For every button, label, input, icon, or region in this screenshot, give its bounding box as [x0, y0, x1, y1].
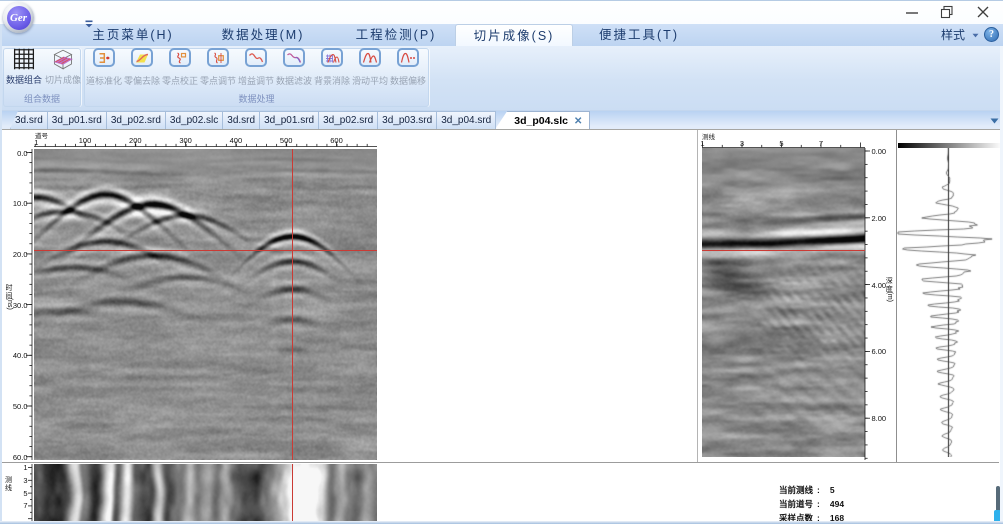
tab-close-icon[interactable]: ✕: [574, 116, 582, 127]
application-window: 主页菜单(H) 数据处理(M) 工程检测(P) 切片成像(S) 便捷工具(T) …: [0, 0, 1003, 524]
ribbon-button-background-remove[interactable]: 背景消除: [313, 48, 351, 90]
tab-label: 3d_p04.slc: [514, 115, 568, 127]
menu-project[interactable]: 工程检测(P): [356, 24, 437, 46]
offset-remove-icon: [131, 48, 153, 67]
menu-tools[interactable]: 便捷工具(T): [599, 24, 679, 46]
quick-access-dropdown-icon[interactable]: [84, 19, 94, 29]
zero-adjust-icon: [207, 48, 229, 67]
ribbon-button-label: 数据滤波: [275, 76, 313, 86]
gain-adjust-icon: [245, 48, 267, 67]
ribbon-button-gain-adjust[interactable]: 增益调节: [237, 48, 275, 90]
close-button[interactable]: [976, 4, 990, 20]
document-tab-3d_p04.slc[interactable]: 3d_p04.slc ✕: [495, 111, 591, 129]
tab-label: 3d_p02.srd: [323, 115, 374, 126]
ribbon-button-offset-remove[interactable]: 零偏去除: [123, 48, 161, 90]
ribbon-button-label: 零点校正: [161, 76, 199, 86]
section-marker-line[interactable]: [702, 250, 865, 251]
crosshair-vertical-line[interactable]: [292, 149, 293, 460]
ribbon-button-label: 滑动平均: [351, 76, 389, 86]
ribbon-button-data-filter[interactable]: 数据滤波: [275, 48, 313, 90]
axis-rulers: [26, 141, 870, 521]
menu-data[interactable]: 数据处理(M): [222, 24, 305, 46]
workspace: 100 200 300 400 500 600 1 道号 0.0 10.0 20.0 30.0 40.0…: [0, 130, 1003, 524]
slice-cube-icon: [51, 48, 75, 71]
ribbon-button-label: 切片成像: [44, 75, 82, 85]
tab-list-dropdown-icon[interactable]: [990, 118, 999, 124]
restore-button[interactable]: [940, 4, 954, 20]
ribbon: 组合数据 数据处理 数据组合 切片成像 道标准化 零偏去除 零点校正 零点调节 …: [0, 46, 1003, 111]
window-left-edge: [0, 24, 2, 521]
document-tab-3d_p02.srd[interactable]: 3d_p02.srd: [318, 111, 379, 129]
style-dropdown[interactable]: 样式: [941, 24, 965, 46]
ribbon-button-data-shift[interactable]: 数据偏移: [389, 48, 427, 90]
tab-label: 3d_p02.slc: [169, 115, 219, 126]
document-tab-3d_p04.srd[interactable]: 3d_p04.srd: [436, 111, 497, 129]
minimize-button[interactable]: [905, 4, 919, 20]
data-grid-icon: [12, 48, 36, 71]
tab-label: 3d.srd: [15, 115, 43, 126]
zero-correct-icon: [169, 48, 191, 67]
ribbon-group-process-title: 数据处理: [238, 94, 275, 104]
waveform-divider: [896, 130, 897, 462]
document-tab-bar: 3d.srd 3d_p01.srd 3d_p02.srd 3d_p02.slc 3d.s…: [0, 111, 1003, 130]
menu-bar: 主页菜单(H) 数据处理(M) 工程检测(P) 切片成像(S) 便捷工具(T) …: [0, 24, 1003, 46]
document-tab-3d.srd[interactable]: 3d.srd: [10, 111, 48, 129]
data-filter-icon: [283, 48, 305, 67]
app-logo[interactable]: Ger: [3, 2, 34, 33]
ribbon-button-label: 零偏去除: [123, 76, 161, 86]
ribbon-button-trace-normalize[interactable]: 道标准化: [85, 48, 123, 90]
tab-label: 3d_p01.srd: [51, 115, 102, 126]
document-tab-3d_p02.slc[interactable]: 3d_p02.slc: [164, 111, 224, 129]
help-icon[interactable]: ?: [984, 27, 999, 42]
ribbon-button-label: 道标准化: [85, 76, 123, 86]
ribbon-group-combine-title: 组合数据: [23, 94, 60, 104]
tab-list: 3d.srd 3d_p01.srd 3d_p02.srd 3d_p02.slc 3d.s…: [10, 111, 591, 129]
horizontal-splitter[interactable]: [2, 462, 999, 463]
document-tab-3d_p02.srd[interactable]: 3d_p02.srd: [105, 111, 166, 129]
ribbon-button-label: 数据偏移: [389, 76, 427, 86]
slice-marker-line[interactable]: [292, 464, 293, 521]
tab-label: 3d_p01.srd: [264, 115, 315, 126]
ribbon-button-combine[interactable]: 数据组合: [4, 47, 44, 91]
ribbon-button-moving-average[interactable]: 滑动平均: [351, 48, 389, 90]
tab-label: 3d_p02.srd: [110, 115, 161, 126]
document-tab-3d_p01.srd[interactable]: 3d_p01.srd: [259, 111, 320, 129]
ribbon-button-zero-correct[interactable]: 零点校正: [161, 48, 199, 90]
document-tab-3d_p01.srd[interactable]: 3d_p01.srd: [46, 111, 107, 129]
ribbon-button-label: 增益调节: [237, 76, 275, 86]
tab-label: 3d_p04.srd: [441, 115, 492, 126]
document-tab-3d_p03.srd[interactable]: 3d_p03.srd: [377, 111, 438, 129]
ribbon-button-label: 零点调节: [199, 76, 237, 86]
ribbon-button-slice[interactable]: 切片成像: [43, 47, 83, 91]
tab-label: 3d_p03.srd: [382, 115, 433, 126]
tab-label: 3d.srd: [227, 115, 256, 126]
vertical-splitter[interactable]: [697, 130, 698, 462]
moving-average-icon: [359, 48, 381, 67]
ribbon-button-label: 数据组合: [5, 75, 43, 85]
title-bar: [0, 0, 1003, 28]
trace-normalize-icon: [93, 48, 115, 67]
ribbon-button-label: 背景消除: [313, 76, 351, 86]
crosshair-horizontal-line[interactable]: [34, 250, 377, 251]
background-remove-icon: [321, 48, 343, 67]
style-dropdown-arrow-icon[interactable]: [972, 33, 979, 38]
window-controls: [0, 4, 1003, 22]
menu-home[interactable]: 主页菜单(H): [92, 24, 173, 46]
data-shift-icon: [397, 48, 419, 67]
document-tab-3d.srd[interactable]: 3d.srd: [222, 111, 261, 129]
ribbon-button-zero-adjust[interactable]: 零点调节: [199, 48, 237, 90]
menu-slice-active[interactable]: 切片成像(S): [455, 24, 573, 46]
